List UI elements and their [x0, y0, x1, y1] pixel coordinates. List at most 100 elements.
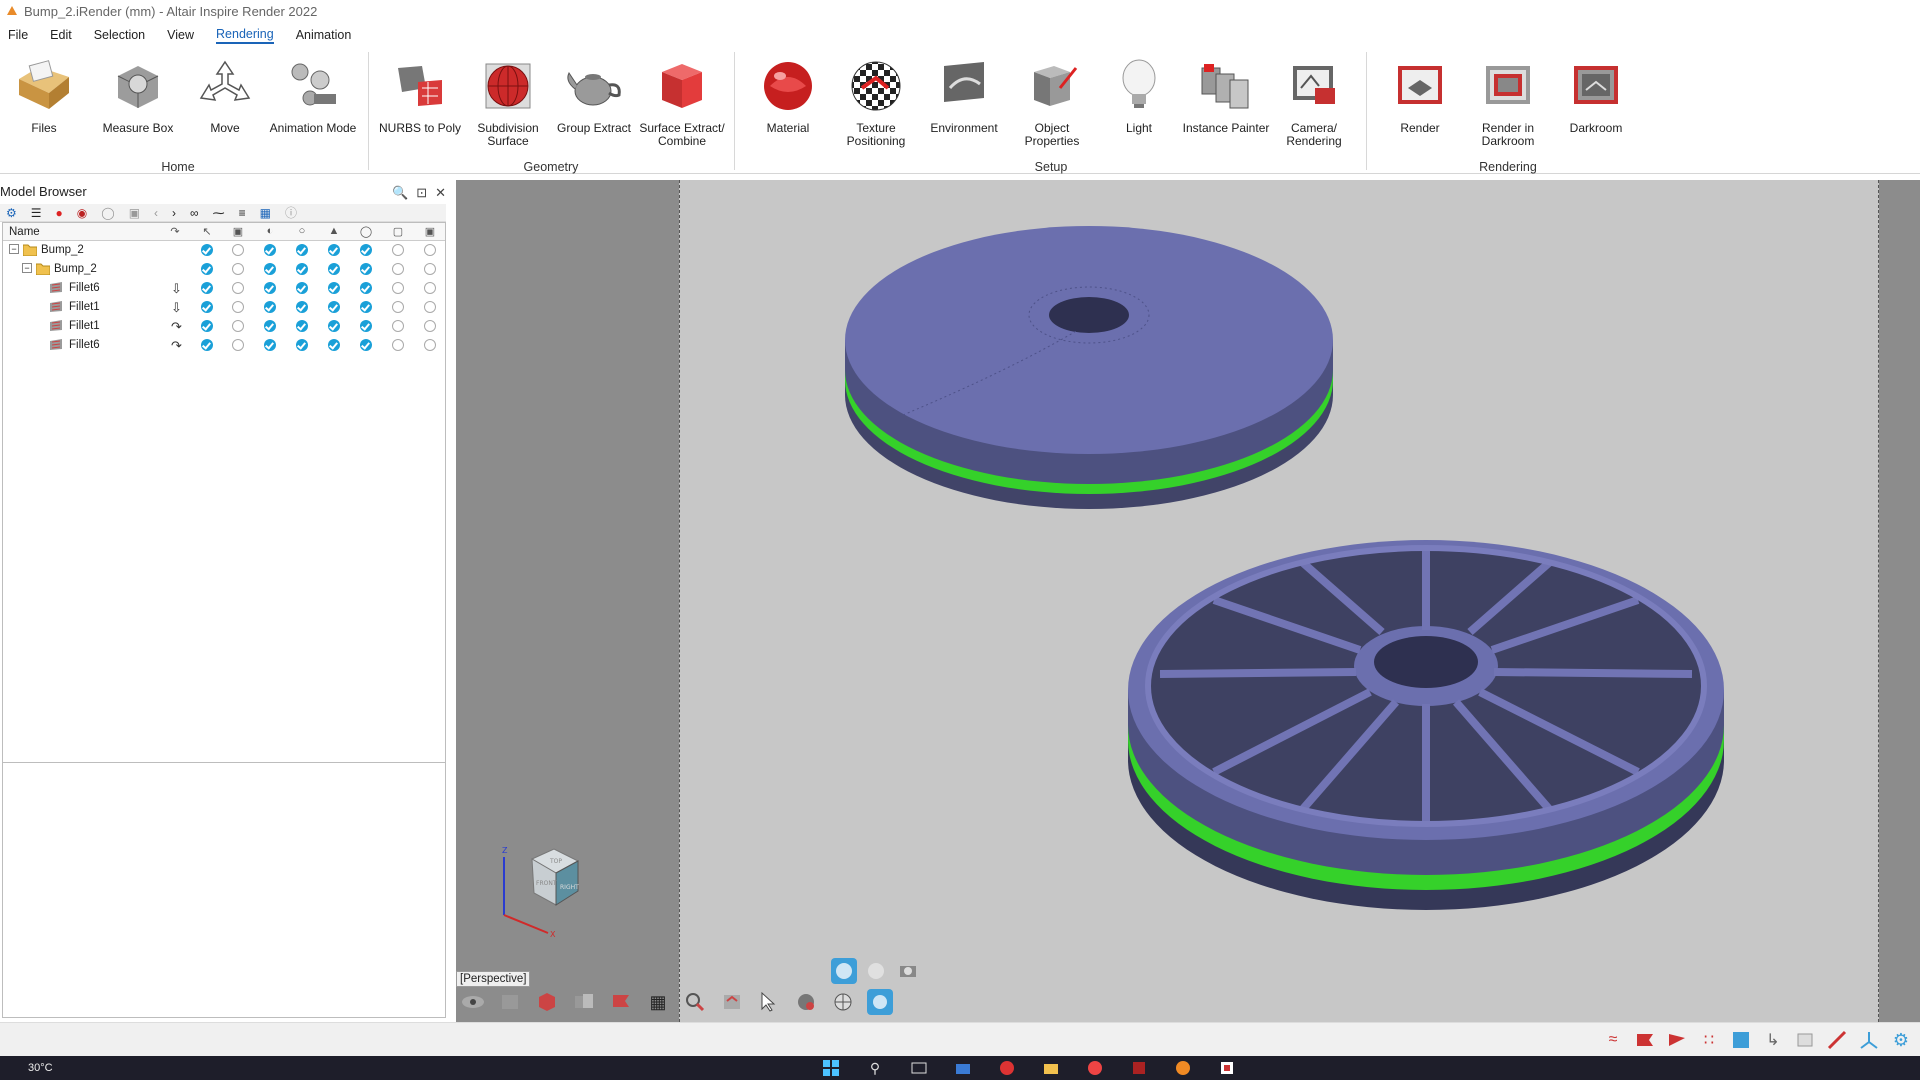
visibility-checked-icon[interactable] — [264, 282, 276, 294]
move-button[interactable]: Move — [179, 54, 271, 135]
visibility-checked-icon[interactable] — [264, 244, 276, 256]
visibility-unchecked-icon[interactable] — [424, 282, 436, 294]
close-icon[interactable]: ✕ — [435, 185, 446, 201]
settings-gear-icon[interactable]: ⚙ — [1890, 1029, 1912, 1051]
visibility-unchecked-icon[interactable] — [424, 301, 436, 313]
visibility-unchecked-icon[interactable] — [232, 263, 244, 275]
visibility-checked-icon[interactable] — [296, 301, 308, 313]
menu-file[interactable]: File — [8, 28, 28, 42]
tree-row[interactable]: Fillet6 ↷ — [3, 336, 445, 355]
render-canvas[interactable] — [679, 180, 1879, 1022]
visibility-checked-icon[interactable] — [201, 339, 213, 351]
visibility-unchecked-icon[interactable] — [232, 301, 244, 313]
visibility-checked-icon[interactable] — [201, 301, 213, 313]
subdivision-surface-button[interactable]: Subdivision Surface — [462, 54, 554, 148]
table-view-icon[interactable]: ▦ — [260, 206, 271, 220]
visibility-unchecked-icon[interactable] — [392, 244, 404, 256]
light-button[interactable]: Light — [1093, 54, 1185, 135]
task-view-icon[interactable] — [908, 1058, 930, 1078]
column-cube-icon[interactable]: ▣ — [422, 225, 438, 239]
pin-icon[interactable]: ⊡ — [416, 185, 427, 201]
visibility-unchecked-icon[interactable] — [232, 320, 244, 332]
view-eye-icon[interactable] — [460, 989, 486, 1015]
render-in-darkroom-button[interactable]: Render in Darkroom — [1462, 54, 1554, 148]
dots-grid-icon[interactable]: ∷ — [1698, 1029, 1720, 1051]
tree-collapse-toggle[interactable]: − — [9, 244, 19, 254]
texture-positioning-button[interactable]: Texture Positioning — [830, 54, 922, 148]
flag-red-icon[interactable] — [1634, 1029, 1656, 1051]
tree-row[interactable]: Fillet1 ⇩ — [3, 298, 445, 317]
visibility-unchecked-icon[interactable] — [392, 301, 404, 313]
measure-box-button[interactable]: Measure Box — [92, 54, 184, 135]
view-cube-icon[interactable] — [497, 989, 523, 1015]
globe-icon[interactable] — [830, 989, 856, 1015]
view-cubes-icon[interactable] — [571, 989, 597, 1015]
visibility-checked-icon[interactable] — [328, 320, 340, 332]
column-shadow-icon[interactable]: ◐ — [262, 225, 278, 239]
box-select-icon[interactable] — [1794, 1029, 1816, 1051]
object-properties-button[interactable]: Object Properties — [1006, 54, 1098, 148]
link-icon[interactable]: ∞ — [190, 206, 199, 220]
column-camera-icon[interactable]: ▣ — [230, 225, 246, 239]
material-preview-icon[interactable] — [793, 989, 819, 1015]
pick-cursor-icon[interactable] — [756, 989, 782, 1015]
path-icon[interactable]: ↳ — [1762, 1029, 1784, 1051]
visibility-unchecked-icon[interactable] — [424, 339, 436, 351]
visibility-unchecked-icon[interactable] — [232, 339, 244, 351]
collapse-arrow-icon[interactable]: ‹ — [154, 206, 158, 220]
tree-row[interactable]: − Bump_2 — [3, 241, 445, 260]
layers-tab-icon[interactable]: ☰ — [31, 206, 42, 220]
tree-row[interactable]: Fillet1 ↷ — [3, 317, 445, 336]
visibility-checked-icon[interactable] — [201, 282, 213, 294]
visibility-checked-icon[interactable] — [296, 320, 308, 332]
column-box-icon[interactable]: ▢ — [390, 225, 406, 239]
app-dark-red-icon[interactable] — [1128, 1058, 1150, 1078]
files-button[interactable]: Files — [0, 54, 90, 135]
column-light-icon[interactable]: ◯ — [358, 225, 374, 239]
part-bottom-wheel[interactable] — [1128, 540, 1724, 910]
column-name[interactable]: Name — [9, 226, 40, 238]
expand-arrow-icon[interactable]: › — [172, 206, 176, 220]
measure-icon[interactable] — [1826, 1029, 1848, 1051]
visibility-checked-icon[interactable] — [264, 320, 276, 332]
column-ground-icon[interactable]: ▲ — [326, 225, 342, 239]
render-settings-icon[interactable] — [867, 989, 893, 1015]
curve-icon[interactable]: ⁓ — [213, 206, 225, 220]
menu-edit[interactable]: Edit — [50, 28, 72, 42]
inspire-render-taskbar-icon[interactable] — [1216, 1058, 1238, 1078]
visibility-unchecked-icon[interactable] — [424, 320, 436, 332]
visibility-unchecked-icon[interactable] — [392, 282, 404, 294]
list-view-icon[interactable]: ≡ — [239, 206, 246, 220]
menu-view[interactable]: View — [167, 28, 194, 42]
viewport[interactable]: TOP FRONT RIGHT Z X [Perspective] ▦ — [456, 180, 1920, 1022]
visibility-checked-icon[interactable] — [201, 320, 213, 332]
raytrace-mode-icon[interactable] — [831, 958, 857, 984]
visibility-unchecked-icon[interactable] — [232, 282, 244, 294]
heat-icon[interactable]: ≈ — [1602, 1029, 1624, 1051]
help-icon[interactable]: ⓘ — [285, 204, 297, 221]
column-animation-icon[interactable]: ↷ — [167, 225, 183, 239]
visibility-checked-icon[interactable] — [201, 263, 213, 275]
zoom-icon[interactable] — [682, 989, 708, 1015]
visibility-checked-icon[interactable] — [201, 244, 213, 256]
visibility-checked-icon[interactable] — [296, 263, 308, 275]
materials-tab-icon[interactable]: ● — [56, 206, 63, 220]
visibility-checked-icon[interactable] — [328, 301, 340, 313]
visibility-unchecked-icon[interactable] — [392, 320, 404, 332]
navigation-cube[interactable]: TOP FRONT RIGHT Z X — [496, 845, 586, 945]
tree-row[interactable]: − Bump_2 — [3, 260, 445, 279]
search-taskbar-icon[interactable]: ⚲ — [864, 1058, 886, 1078]
view-object-icon[interactable] — [534, 989, 560, 1015]
camera-rendering-button[interactable]: Camera/ Rendering — [1268, 54, 1360, 148]
material-button[interactable]: Material — [742, 54, 834, 135]
view-rotate-icon[interactable] — [719, 989, 745, 1015]
visibility-checked-icon[interactable] — [264, 301, 276, 313]
app-orange-icon[interactable] — [1172, 1058, 1194, 1078]
visibility-checked-icon[interactable] — [328, 263, 340, 275]
file-manager-icon[interactable] — [952, 1058, 974, 1078]
render-button[interactable]: Render — [1374, 54, 1466, 135]
visibility-checked-icon[interactable] — [360, 320, 372, 332]
search-icon[interactable]: 🔍 — [392, 185, 408, 201]
lights-tab-icon[interactable]: ◯ — [101, 206, 114, 220]
capture-icon[interactable] — [895, 958, 921, 984]
